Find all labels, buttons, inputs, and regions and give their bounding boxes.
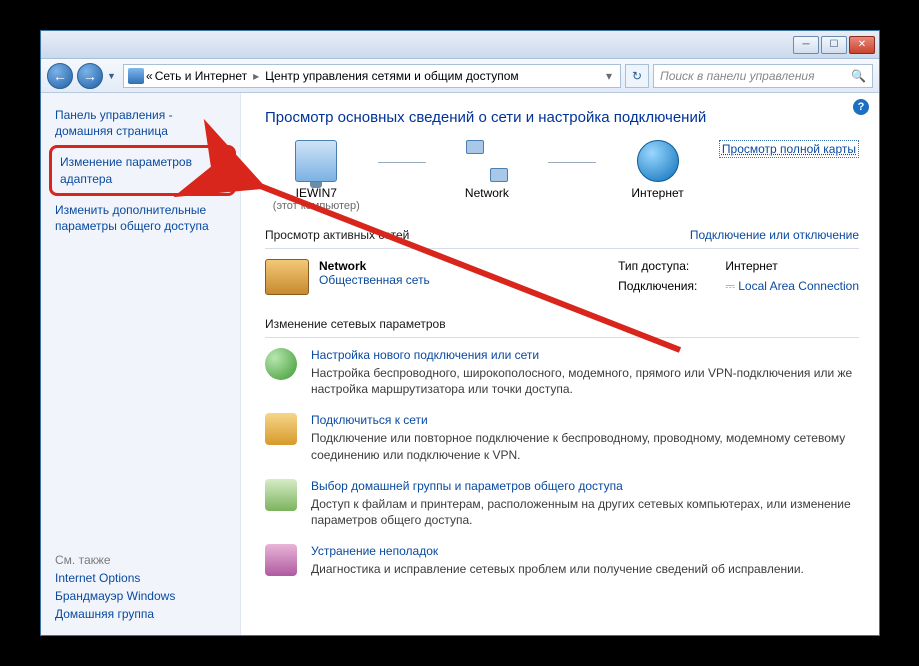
- see-also-internet-options[interactable]: Internet Options: [55, 571, 230, 585]
- setting-homegroup-link[interactable]: Выбор домашней группы и параметров общег…: [311, 479, 859, 493]
- map-connector-1: [378, 162, 426, 163]
- map-node-internet: Интернет: [606, 140, 709, 200]
- setting-connect-network: Подключиться к сети Подключение или повт…: [265, 413, 859, 462]
- window-body: ? Панель управления - домашняя страница …: [41, 93, 879, 635]
- sidebar-see-also: См. также Internet Options Брандмауэр Wi…: [55, 553, 230, 625]
- computer-name: IEWIN7: [296, 186, 337, 200]
- access-type-value: Интернет: [725, 259, 859, 275]
- search-input[interactable]: Поиск в панели управления 🔍: [653, 64, 873, 88]
- sidebar-adapter-settings-link[interactable]: Изменение параметров адаптера: [60, 154, 225, 186]
- search-icon: 🔍: [851, 69, 866, 83]
- computer-sub: (этот компьютер): [273, 200, 360, 212]
- network-name: Network: [465, 186, 509, 200]
- breadcrumb-level-2[interactable]: Центр управления сетями и общим доступом: [265, 69, 519, 83]
- location-icon: [128, 68, 144, 84]
- settings-list: Настройка нового подключения или сети На…: [265, 348, 859, 577]
- setting-troubleshoot: Устранение неполадок Диагностика и испра…: [265, 544, 859, 577]
- setting-new-connection-link[interactable]: Настройка нового подключения или сети: [311, 348, 859, 362]
- active-network-details: Тип доступа: Интернет Подключения: ⎓ Loc…: [618, 259, 859, 295]
- main-content: Просмотр основных сведений о сети и наст…: [241, 93, 879, 635]
- refresh-button[interactable]: ↻: [625, 64, 649, 88]
- ethernet-icon: ⎓: [725, 279, 735, 293]
- sidebar-home-link[interactable]: Панель управления - домашняя страница: [55, 107, 230, 139]
- close-button[interactable]: ✕: [849, 36, 875, 54]
- setting-new-connection: Настройка нового подключения или сети На…: [265, 348, 859, 397]
- active-network-type-link[interactable]: Общественная сеть: [319, 273, 430, 287]
- breadcrumb-separator: ▸: [249, 69, 263, 83]
- troubleshoot-icon: [265, 544, 297, 576]
- see-also-firewall[interactable]: Брандмауэр Windows: [55, 589, 230, 603]
- sidebar: Панель управления - домашняя страница Из…: [41, 93, 241, 635]
- active-networks-title: Просмотр активных сетей Подключение или …: [265, 228, 859, 242]
- setting-troubleshoot-desc: Диагностика и исправление сетевых пробле…: [311, 561, 804, 577]
- see-also-label: См. также: [55, 553, 230, 567]
- homegroup-icon: [265, 479, 297, 511]
- map-connector-2: [548, 162, 596, 163]
- map-node-computer: IEWIN7 (этот компьютер): [265, 140, 368, 212]
- network-map: IEWIN7 (этот компьютер) Network Интернет…: [265, 140, 859, 212]
- back-button[interactable]: ←: [47, 63, 73, 89]
- active-networks-label: Просмотр активных сетей: [265, 228, 409, 242]
- globe-icon: [637, 140, 679, 182]
- view-full-map-link[interactable]: Просмотр полной карты: [719, 140, 859, 158]
- breadcrumb-dropdown[interactable]: ▾: [602, 69, 616, 83]
- annotation-highlight: Изменение параметров адаптера: [49, 145, 236, 195]
- address-breadcrumb[interactable]: « Сеть и Интернет ▸ Центр управления сет…: [123, 64, 621, 88]
- search-placeholder: Поиск в панели управления: [660, 69, 815, 83]
- new-connection-icon: [265, 348, 297, 380]
- page-title: Просмотр основных сведений о сети и наст…: [265, 109, 859, 126]
- connect-disconnect-link[interactable]: Подключение или отключение: [690, 228, 859, 242]
- connections-label: Подключения:: [618, 279, 697, 296]
- nav-history-dropdown[interactable]: ▼: [107, 71, 119, 81]
- computer-icon: [295, 140, 337, 182]
- divider: [265, 248, 859, 249]
- active-network-name: Network: [319, 259, 430, 273]
- window-titlebar: ─ ☐ ✕: [41, 31, 879, 59]
- active-network-left: Network Общественная сеть: [265, 259, 430, 295]
- change-settings-title: Изменение сетевых параметров: [265, 317, 859, 331]
- forward-button[interactable]: →: [77, 63, 103, 89]
- sidebar-spacer: [55, 244, 230, 543]
- navigation-bar: ← → ▼ « Сеть и Интернет ▸ Центр управлен…: [41, 59, 879, 93]
- setting-new-connection-desc: Настройка беспроводного, широкополосного…: [311, 365, 859, 397]
- control-panel-window: ─ ☐ ✕ ← → ▼ « Сеть и Интернет ▸ Центр уп…: [40, 30, 880, 636]
- internet-name: Интернет: [631, 186, 683, 200]
- connection-link[interactable]: ⎓ Local Area Connection: [725, 279, 859, 296]
- divider-2: [265, 337, 859, 338]
- setting-troubleshoot-link[interactable]: Устранение неполадок: [311, 544, 804, 558]
- network-icon: [466, 140, 508, 182]
- setting-homegroup-desc: Доступ к файлам и принтерам, расположенн…: [311, 496, 859, 528]
- active-network-row: Network Общественная сеть Тип доступа: И…: [265, 259, 859, 295]
- help-icon[interactable]: ?: [853, 99, 869, 115]
- access-type-label: Тип доступа:: [618, 259, 697, 275]
- see-also-homegroup[interactable]: Домашняя группа: [55, 607, 230, 621]
- bench-icon: [265, 259, 309, 295]
- connect-network-icon: [265, 413, 297, 445]
- connection-name: Local Area Connection: [738, 279, 859, 293]
- setting-homegroup: Выбор домашней группы и параметров общег…: [265, 479, 859, 528]
- sidebar-advanced-sharing-link[interactable]: Изменить дополнительные параметры общего…: [55, 202, 230, 234]
- maximize-button[interactable]: ☐: [821, 36, 847, 54]
- map-node-network: Network: [436, 140, 539, 200]
- setting-connect-network-link[interactable]: Подключиться к сети: [311, 413, 859, 427]
- breadcrumb-prefix: «: [146, 69, 153, 83]
- minimize-button[interactable]: ─: [793, 36, 819, 54]
- breadcrumb-level-1[interactable]: Сеть и Интернет: [155, 69, 247, 83]
- setting-connect-network-desc: Подключение или повторное подключение к …: [311, 430, 859, 462]
